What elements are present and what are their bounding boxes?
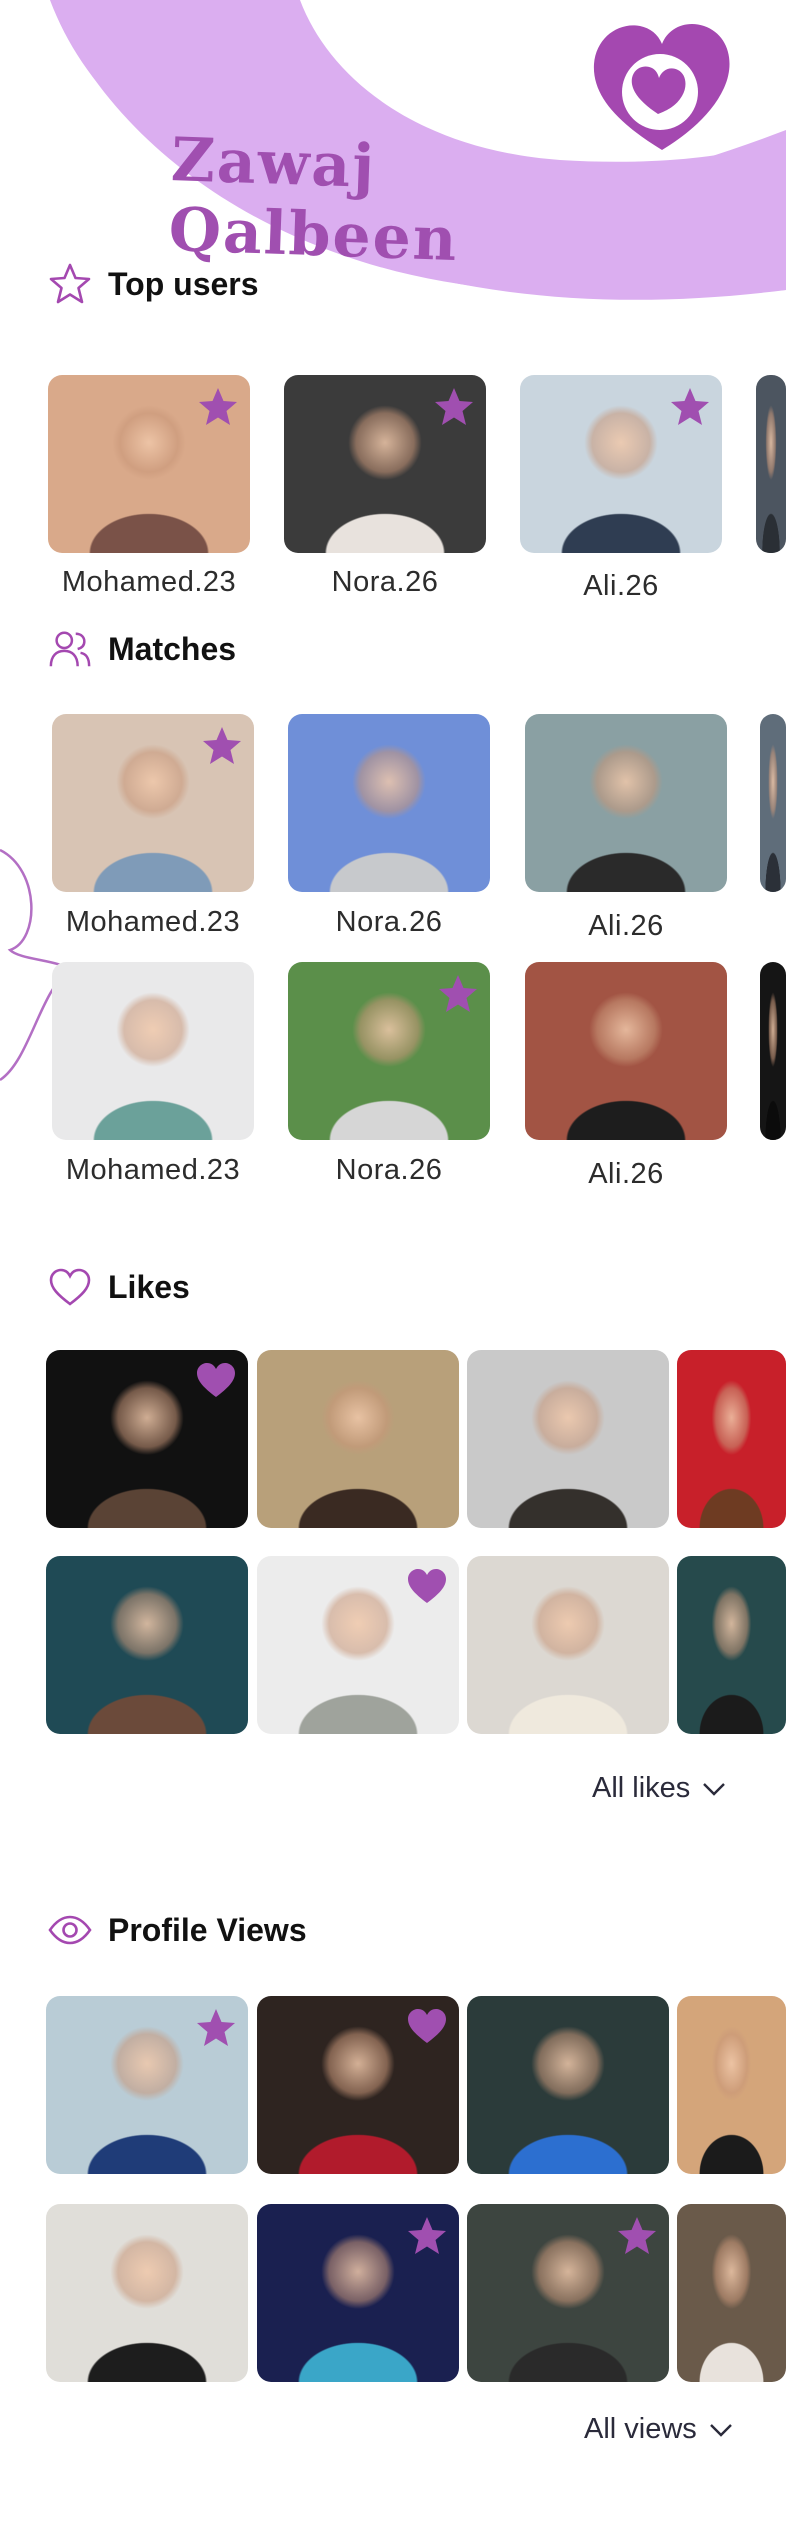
profile-photo [467, 1996, 669, 2174]
profile-card[interactable] [760, 714, 786, 892]
star-icon [405, 2214, 449, 2258]
star-icon [196, 385, 240, 429]
profile-card[interactable] [288, 962, 490, 1140]
star-icon [200, 724, 244, 768]
profile-photo [525, 962, 727, 1140]
profile-card[interactable] [52, 962, 254, 1140]
profile-photo [525, 714, 727, 892]
profile-card[interactable] [257, 1996, 459, 2174]
profile-card[interactable] [52, 714, 254, 892]
profile-card[interactable] [467, 1556, 669, 1734]
profile-card[interactable] [520, 375, 722, 553]
likes-header: Likes [48, 1265, 190, 1309]
star-icon [194, 2006, 238, 2050]
profile-photo [288, 714, 490, 892]
profile-card[interactable] [525, 714, 727, 892]
logo-heart-icon [593, 24, 730, 150]
heart-icon [405, 1566, 449, 1610]
star-outline-icon [48, 262, 92, 306]
profile-name: Mohamed.23 [65, 1154, 241, 1186]
profile-photo [677, 1996, 786, 2174]
profile-views-title: Profile Views [108, 1911, 307, 1948]
profile-photo [467, 1556, 669, 1734]
profile-card[interactable] [467, 1350, 669, 1528]
profile-card[interactable] [46, 1996, 248, 2174]
profile-photo [756, 375, 786, 553]
profile-card[interactable] [467, 1996, 669, 2174]
profile-card[interactable] [257, 2204, 459, 2382]
profile-photo [46, 1556, 248, 1734]
profile-card[interactable] [677, 1350, 786, 1528]
all-views-label: All views [584, 2413, 697, 2445]
chevron-down-icon [709, 2423, 732, 2437]
profile-card[interactable] [756, 375, 786, 553]
profile-photo [677, 1350, 786, 1528]
profile-photo [467, 1350, 669, 1528]
all-likes-link[interactable]: All likes [592, 1772, 726, 1805]
profile-card[interactable] [677, 1996, 786, 2174]
profile-card[interactable] [46, 1556, 248, 1734]
profile-name: Ali.26 [588, 910, 664, 942]
profile-card[interactable] [677, 1556, 786, 1734]
profile-photo [52, 962, 254, 1140]
profile-photo [760, 714, 786, 892]
profile-card[interactable] [46, 1350, 248, 1528]
profile-name: Nora.26 [331, 566, 439, 598]
star-icon [668, 385, 712, 429]
profile-name: Mohamed.23 [65, 906, 241, 938]
profile-name: Nora.26 [335, 1154, 443, 1186]
star-icon [615, 2214, 659, 2258]
all-views-link[interactable]: All views [584, 2413, 733, 2446]
users-icon [48, 627, 92, 671]
profile-name: Ali.26 [588, 1158, 664, 1190]
profile-views-header: Profile Views [48, 1908, 307, 1952]
profile-photo [257, 1350, 459, 1528]
profile-photo [760, 962, 786, 1140]
star-icon [432, 385, 476, 429]
likes-title: Likes [108, 1268, 190, 1305]
profile-card[interactable] [48, 375, 250, 553]
profile-card[interactable] [467, 2204, 669, 2382]
top-users-header: Top users [48, 262, 259, 306]
heart-icon [194, 1360, 238, 1404]
profile-photo [677, 1556, 786, 1734]
profile-card[interactable] [288, 714, 490, 892]
profile-photo [46, 2204, 248, 2382]
heart-outline-icon [48, 1265, 92, 1309]
star-icon [436, 972, 480, 1016]
heart-icon [405, 2006, 449, 2050]
profile-card[interactable] [525, 962, 727, 1140]
chevron-down-icon [703, 1782, 726, 1796]
matches-header: Matches [48, 627, 236, 671]
profile-card[interactable] [760, 962, 786, 1140]
profile-card[interactable] [284, 375, 486, 553]
profile-card[interactable] [677, 2204, 786, 2382]
top-users-title: Top users [108, 265, 259, 302]
profile-name: Ali.26 [583, 570, 659, 602]
profile-name: Mohamed.23 [61, 566, 237, 598]
profile-card[interactable] [257, 1556, 459, 1734]
app-title: Zawaj Qalbeen [167, 125, 460, 276]
matches-title: Matches [108, 630, 237, 667]
all-likes-label: All likes [592, 1772, 691, 1804]
profile-name: Nora.26 [335, 906, 443, 938]
profile-photo [677, 2204, 786, 2382]
profile-card[interactable] [257, 1350, 459, 1528]
profile-card[interactable] [46, 2204, 248, 2382]
eye-icon [48, 1908, 92, 1952]
